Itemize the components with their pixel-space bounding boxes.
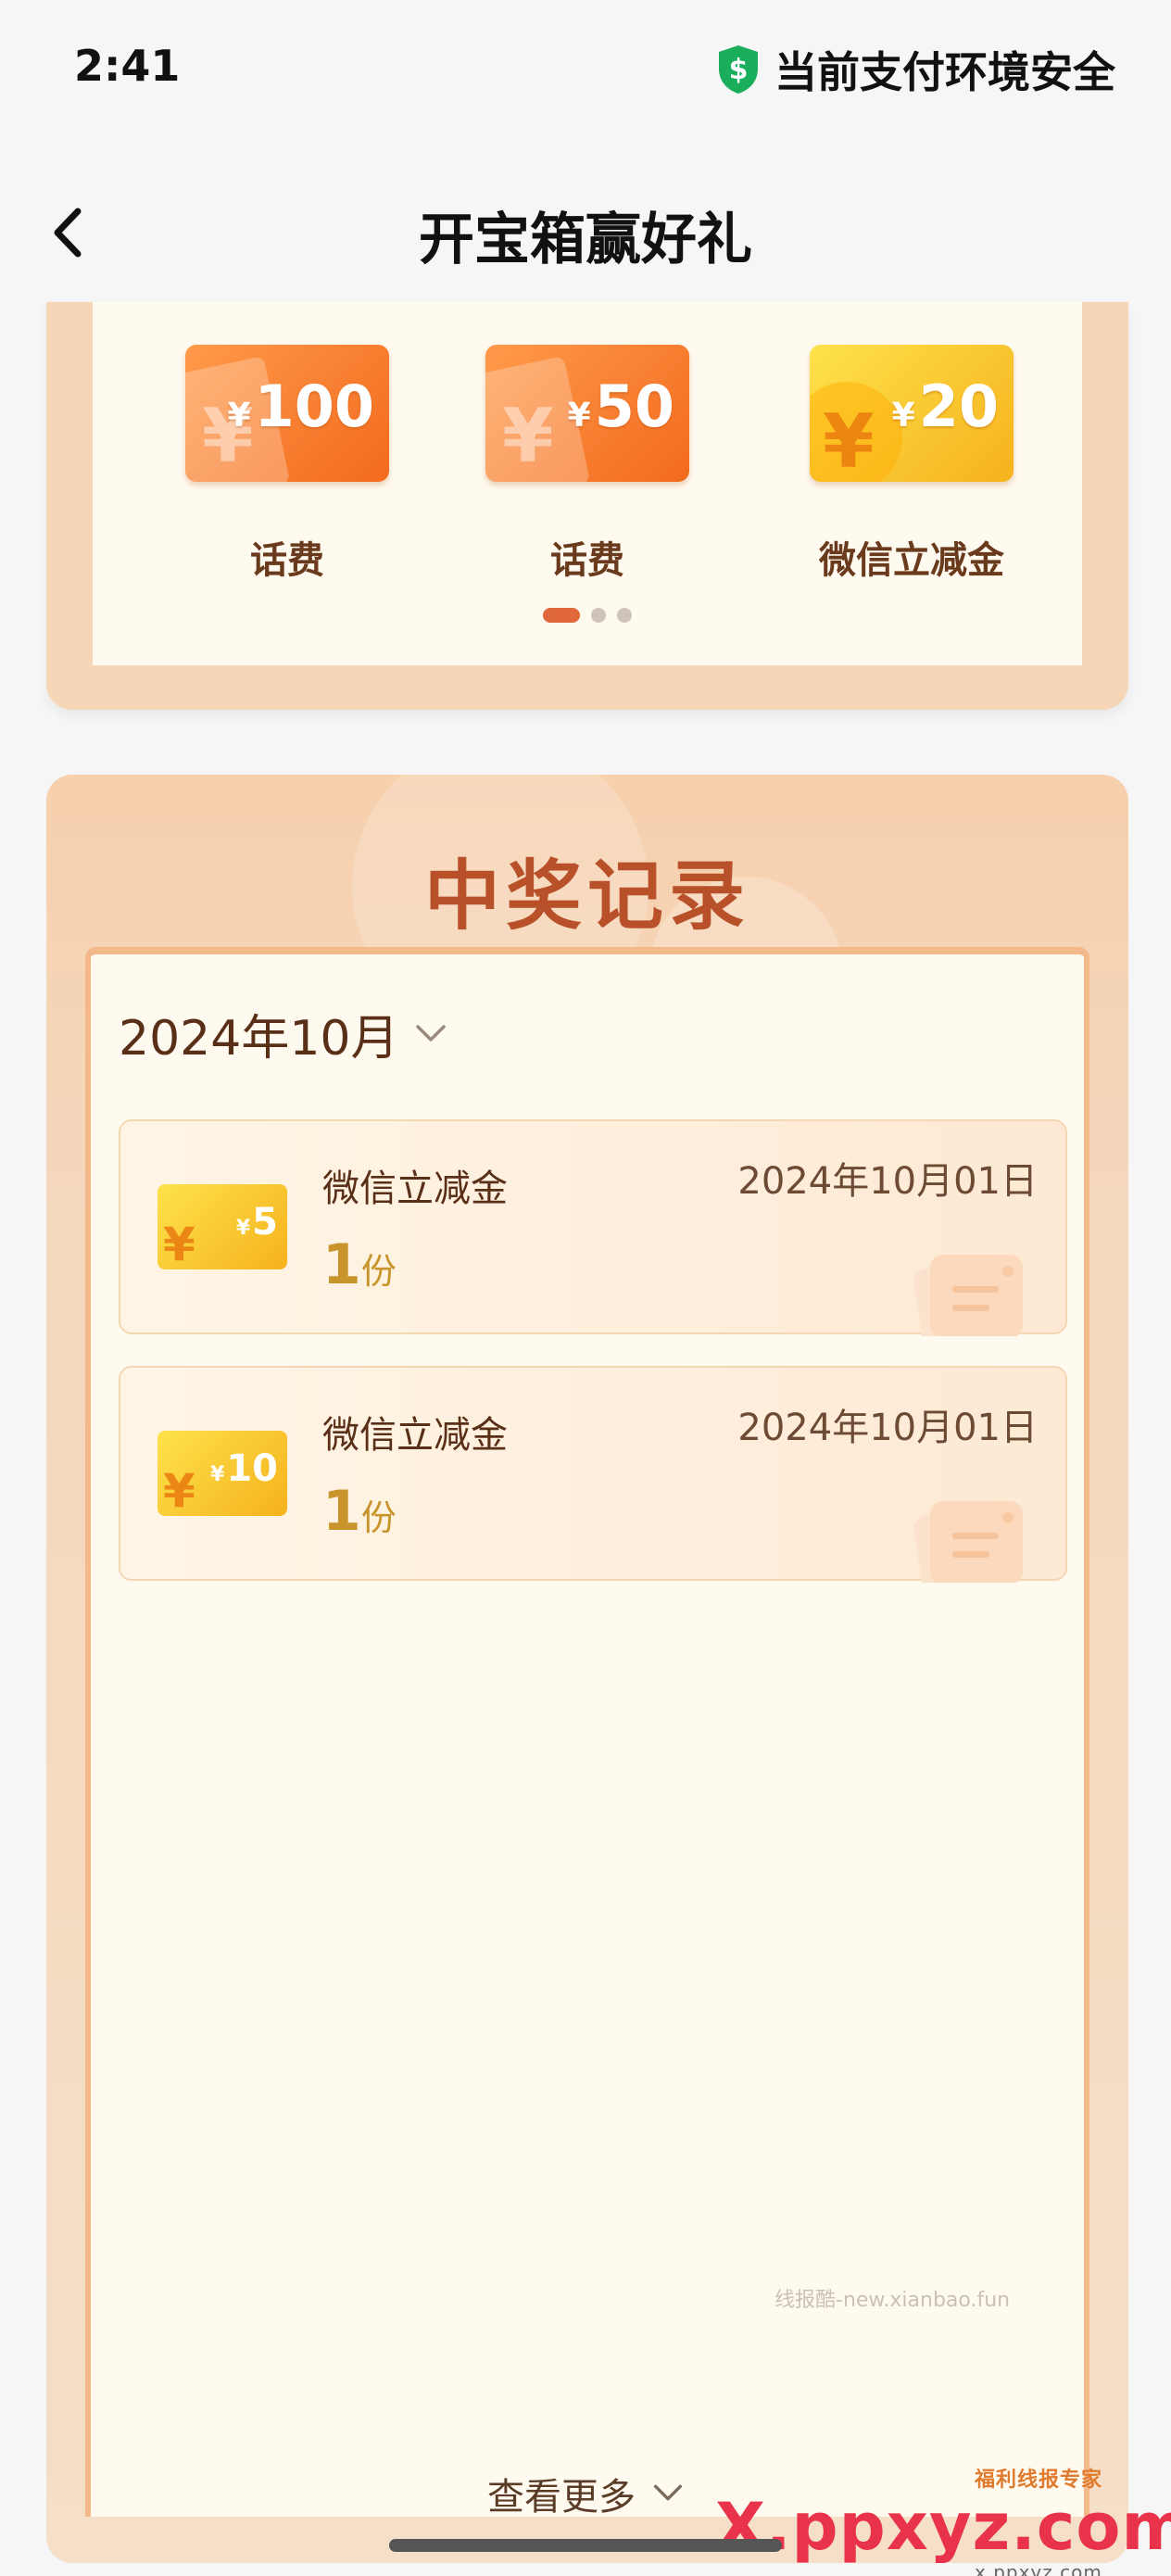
coupon-amount: 10 [226, 1447, 278, 1490]
prize-label: 话费 [550, 539, 624, 582]
prize-carousel[interactable]: ¥ ¥100 话费 ¥ ¥50 话费 ¥ ¥20 微信立减金 [93, 302, 1082, 665]
status-bar: 2:41 $ 当前支付环境安全 [0, 0, 1171, 139]
pagination-dot-active[interactable] [543, 608, 580, 623]
prize-amount: 100 [254, 373, 374, 440]
winning-records-card: 中奖记录 2024年10月 ¥ ¥5 微信立减金 1份 2024年10月01日 [46, 775, 1128, 2563]
prize-item[interactable]: ¥ ¥20 微信立减金 [800, 345, 1023, 584]
record-quantity: 1份 [322, 1479, 397, 1544]
month-selector[interactable]: 2024年10月 [119, 999, 451, 1068]
record-item[interactable]: ¥ ¥10 微信立减金 1份 2024年10月01日 [119, 1366, 1067, 1583]
phone-credit-coupon-icon: ¥ ¥100 [185, 345, 389, 482]
document-icon [913, 1255, 1023, 1336]
records-panel: 2024年10月 ¥ ¥5 微信立减金 1份 2024年10月01日 ¥ ¥10… [85, 947, 1089, 2519]
prize-item[interactable]: ¥ ¥50 话费 [476, 345, 699, 584]
chevron-down-icon [653, 2484, 683, 2501]
pagination-dot[interactable] [591, 608, 606, 623]
carousel-pagination [93, 608, 1082, 623]
prize-amount: 20 [918, 373, 999, 440]
watermark-text: 线报酷-new.xianbao.fun [774, 2289, 1011, 2312]
site-tagline: 福利线报专家 [975, 2469, 1103, 2492]
home-indicator[interactable] [389, 2539, 782, 2552]
wechat-coupon-icon: ¥ ¥5 [157, 1184, 287, 1269]
svg-text:$: $ [729, 54, 749, 86]
shield-dollar-icon: $ [719, 45, 758, 94]
status-time: 2:41 [74, 41, 181, 91]
record-quantity: 1份 [322, 1232, 397, 1297]
coupon-amount: 5 [252, 1201, 278, 1244]
record-item[interactable]: ¥ ¥5 微信立减金 1份 2024年10月01日 [119, 1119, 1067, 1336]
prize-item[interactable]: ¥ ¥100 话费 [176, 345, 398, 584]
prize-carousel-card: ¥ ¥100 话费 ¥ ¥50 话费 ¥ ¥20 微信立减金 [46, 302, 1128, 710]
prize-label: 话费 [250, 539, 324, 582]
document-icon [913, 1501, 1023, 1583]
page-title: 开宝箱赢好礼 [419, 208, 752, 272]
payment-security-indicator: $ 当前支付环境安全 [715, 39, 1115, 100]
chevron-down-icon [415, 1024, 446, 1042]
prize-amount: 50 [594, 373, 674, 440]
record-date: 2024年10月01日 [737, 1407, 1038, 1449]
record-name: 微信立减金 [322, 1414, 508, 1457]
view-more-label: 查看更多 [487, 2476, 636, 2519]
pagination-dot[interactable] [617, 608, 632, 623]
prize-label: 微信立减金 [819, 539, 1004, 582]
record-date: 2024年10月01日 [737, 1160, 1038, 1203]
site-sub: x.ppxyz.com [975, 2561, 1102, 2576]
site-logo-watermark: X.ppxyz.com 福利线报专家 x.ppxyz.com [715, 2469, 1171, 2576]
security-text: 当前支付环境安全 [774, 47, 1115, 97]
wechat-coupon-icon: ¥ ¥10 [157, 1431, 287, 1516]
records-title: 中奖记录 [423, 852, 750, 941]
phone-credit-coupon-icon: ¥ ¥50 [485, 345, 689, 482]
month-label: 2024年10月 [119, 1011, 399, 1067]
record-name: 微信立减金 [322, 1168, 508, 1210]
wechat-coupon-icon: ¥ ¥20 [810, 345, 1014, 482]
